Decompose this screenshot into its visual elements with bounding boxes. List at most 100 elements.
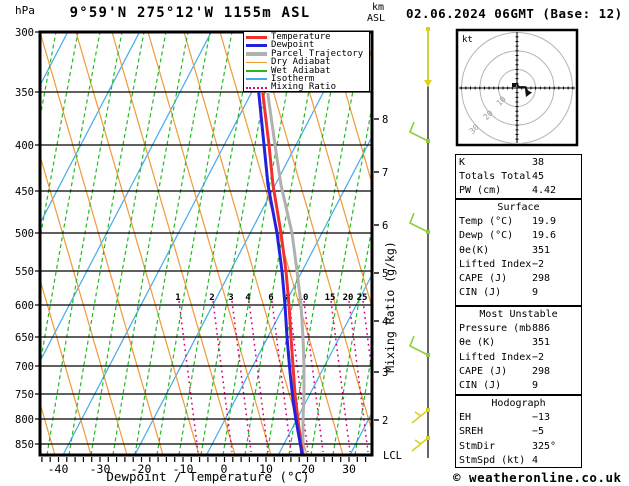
lcl-label: LCL xyxy=(383,450,402,462)
mixing-ratio-value-label: 25 xyxy=(357,293,368,303)
km-tick-label: 7 xyxy=(382,167,388,179)
mixing-ratio-value-label: 20 xyxy=(343,293,354,303)
panel-row-label: CIN (J) xyxy=(459,380,502,392)
panel-row-label: K xyxy=(459,157,466,168)
panel-row: θe (K) 351 xyxy=(456,336,581,350)
pressure-tick-label: 700 xyxy=(15,361,34,373)
dry-adiabat-line xyxy=(40,277,92,455)
dry-adiabat-line xyxy=(75,32,200,455)
wind-barb xyxy=(408,121,430,143)
km-tick-label: 8 xyxy=(382,114,388,126)
pressure-tick-label: 750 xyxy=(15,389,34,401)
panel-row-label: Lifted Index xyxy=(459,258,532,270)
panel-row-value: −2 xyxy=(532,351,545,363)
barb-staff xyxy=(408,121,429,142)
mixing-ratio-line xyxy=(248,300,269,453)
panel-row-label: θe (K) xyxy=(459,337,496,349)
panel-row: Temp (°C) 19.9 xyxy=(456,215,581,229)
panel-row: Pressure (mb) 886 xyxy=(456,322,581,336)
legend-swatch-parcel-trajectory xyxy=(246,52,267,56)
datetime-label: 02.06.2024 06GMT (Base: 12) xyxy=(406,6,623,21)
copyright-credit: © weatheronline.co.uk xyxy=(453,470,622,485)
wind-barb xyxy=(424,27,432,87)
chart-title: 9°59'N 275°12'W 1155m ASL xyxy=(69,5,311,21)
legend-swatch-dry-adiabat xyxy=(246,61,267,64)
legend-swatch-mixing-ratio xyxy=(246,86,267,89)
panel-row-label: StmDir xyxy=(459,440,496,452)
mixing-ratio-value-label: 15 xyxy=(325,293,336,303)
wet-adiabat-line xyxy=(288,32,365,455)
legend-item: Mixing Ratio xyxy=(246,82,369,93)
dry-adiabat-line xyxy=(183,32,308,455)
panel-row-value: 45 xyxy=(532,171,545,183)
skewt-sounding-page: 1 2 3 4 6 8 10 15 20 25 300 350 400 450 500 550 600 650 7… xyxy=(0,0,629,486)
surface-box-header: Surface xyxy=(497,202,540,213)
wind-barb xyxy=(408,335,430,357)
barb-arrowhead xyxy=(424,80,432,87)
panel-row-value: 19.9 xyxy=(532,216,557,228)
wind-barb xyxy=(411,408,430,424)
legend-swatch-dewpoint xyxy=(246,44,267,48)
panel-row-label: CIN (J) xyxy=(459,287,502,299)
pressure-tick-label: 550 xyxy=(15,266,34,278)
most-unstable-box-header: Most Unstable xyxy=(479,309,558,320)
km-tick-label: 2 xyxy=(382,415,388,427)
panel-row-label: CAPE (J) xyxy=(459,273,508,285)
altitude-unit-km-label: km xyxy=(372,2,385,13)
panel-row: θe(K) 351 xyxy=(456,244,581,258)
mixing-ratio-value-label: 6 xyxy=(268,293,273,303)
dry-adiabat-line xyxy=(111,32,236,455)
barb-staff xyxy=(408,335,429,356)
panel-row-label: PW (cm) xyxy=(459,185,502,197)
panel-row: K 38 xyxy=(456,156,581,170)
panel-row-value: 298 xyxy=(532,365,551,377)
pressure-tick-label: 450 xyxy=(15,186,34,198)
hodograph-box-table: Hodograph EH −13 SREH −5 StmDir 325° StmSpd (k… xyxy=(455,395,582,468)
legend-item-label: Mixing Ratio xyxy=(271,82,337,93)
legend-swatch-wet-adiabat xyxy=(246,70,267,72)
panel-row: StmSpd (kt) 4 xyxy=(456,454,581,468)
panel-row-label: Temp (°C) xyxy=(459,216,514,228)
wet-adiabat-line xyxy=(40,32,101,369)
dry-adiabat-line xyxy=(255,32,372,434)
panel-row-value: −13 xyxy=(532,412,551,424)
pressure-unit-label: hPa xyxy=(15,4,35,17)
hodograph-unit-label: kt xyxy=(462,35,473,45)
temperature-line xyxy=(256,32,305,455)
panel-row: CIN (J) 9 xyxy=(456,379,581,393)
panel-row-value: 9 xyxy=(532,380,539,392)
panel-row-value: 325° xyxy=(532,440,557,452)
panel-row: StmDir 325° xyxy=(456,440,581,454)
panel-row-value: 298 xyxy=(532,273,551,285)
panel-row-value: 351 xyxy=(532,337,551,349)
barb-staff xyxy=(408,212,429,233)
hodograph-box-header: Hodograph xyxy=(491,398,546,409)
panel-row-label: Dewp (°C) xyxy=(459,230,514,242)
temp-tick-label: -40 xyxy=(48,462,69,476)
mixing-ratio-value-label: 3 xyxy=(228,293,233,303)
panel-row-value: 38 xyxy=(532,157,545,168)
legend-swatch-isotherm xyxy=(246,78,267,80)
wind-barb xyxy=(408,212,430,234)
mixing-ratio-line xyxy=(178,300,199,453)
surface-box: Surface Temp (°C) 19.9 Dewp (°C) 19.6 θe(K) 3… xyxy=(455,199,582,306)
pressure-tick-label: 850 xyxy=(15,439,34,451)
pressure-tick-label: 350 xyxy=(15,87,34,99)
mixing-ratio-line xyxy=(271,300,292,453)
panel-row: CAPE (J) 298 xyxy=(456,272,581,286)
panel-row-label: θe(K) xyxy=(459,244,490,256)
panel-row: Totals Totals 45 xyxy=(456,170,581,184)
panel-row-value: 4 xyxy=(532,454,539,466)
panel-row-label: EH xyxy=(459,412,472,424)
panel-row: SREH −5 xyxy=(456,425,581,439)
pressure-tick-label: 500 xyxy=(15,228,34,240)
altitude-unit-asl-label: ASL xyxy=(367,13,386,24)
panel-row-value: −2 xyxy=(532,258,545,270)
dry-adiabat-line xyxy=(147,32,272,455)
panel-row: Dewp (°C) 19.6 xyxy=(456,229,581,243)
wind-barb-column xyxy=(408,27,432,458)
mixing-ratio-value-label: 4 xyxy=(245,293,251,303)
panel-row-value: 351 xyxy=(532,244,551,256)
legend: Temperature Dewpoint Parcel Trajectory Dry … xyxy=(243,31,370,92)
pressure-tick-label: 400 xyxy=(15,140,34,152)
